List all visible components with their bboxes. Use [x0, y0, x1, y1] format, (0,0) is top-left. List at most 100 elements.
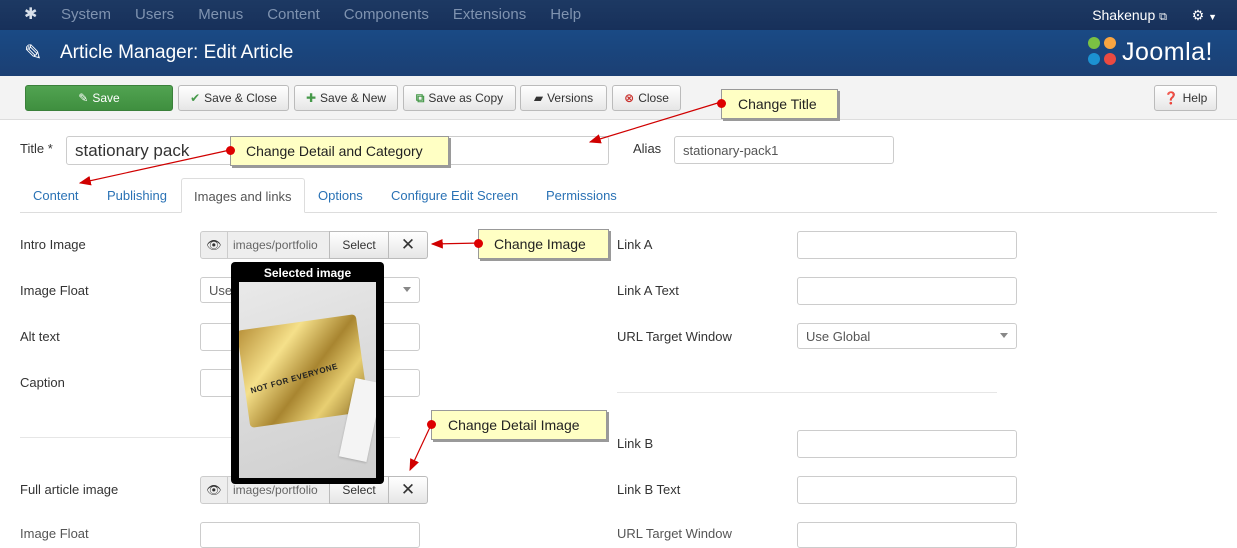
eye-icon[interactable]: 👁 [200, 231, 228, 259]
change-detail-image-arrow [409, 424, 432, 472]
check-icon: ✔ [190, 91, 201, 105]
save-copy-button[interactable]: ⧉ Save as Copy [403, 85, 516, 111]
archive-icon: ▰ [533, 91, 544, 105]
alt-text-label: Alt text [20, 329, 60, 344]
alias-label: Alias [633, 141, 662, 156]
url-target-value: Use Global [806, 328, 871, 344]
callout-dot [427, 420, 436, 429]
callout-change-detail-category: Change Detail and Category [226, 136, 449, 166]
intro-image-field: 👁 images/portfolio Select ✕ [200, 231, 428, 259]
user-settings-menu[interactable]: ⚙ ▼ [1192, 0, 1217, 32]
link-a-input[interactable] [797, 231, 1017, 259]
callout-change-image-text: Change Image [494, 236, 586, 252]
joomla-logo: Joomla! [1087, 37, 1213, 67]
page-header: ✎ Article Manager: Edit Article Joomla! [0, 30, 1237, 76]
alias-input[interactable]: stationary-pack1 [674, 136, 894, 164]
intro-image-clear-button[interactable]: ✕ [389, 231, 428, 259]
callout-change-detail-image: Change Detail Image [427, 410, 607, 440]
link-b-text-label: Link B Text [617, 482, 681, 497]
close-label: Close [638, 91, 669, 105]
menu-help[interactable]: Help [550, 0, 581, 30]
toolbar: ✎ Save ✔ Save & Close ✚ Save & New ⧉ Sav… [0, 76, 1237, 120]
link-a-text-input[interactable] [797, 277, 1017, 305]
site-link[interactable]: Shakenup ⧉ [1092, 0, 1167, 32]
caption-label: Caption [20, 375, 65, 390]
save-close-button[interactable]: ✔ Save & Close [178, 85, 289, 111]
versions-button[interactable]: ▰ Versions [520, 85, 607, 111]
popover-title: Selected image [263, 266, 352, 280]
save-copy-label: Save as Copy [428, 91, 504, 105]
menu-menus[interactable]: Menus [198, 0, 243, 30]
chevron-down-icon: ▼ [1208, 12, 1217, 22]
full-image-clear-button[interactable]: ✕ [389, 476, 428, 504]
selected-image-popover: Selected image NOT FOR EVERYONE [231, 262, 384, 484]
image-float-label: Image Float [20, 283, 89, 298]
url-target-select[interactable]: Use Global [797, 323, 1017, 349]
image-float-value: Use [209, 282, 233, 298]
menu-extensions[interactable]: Extensions [453, 0, 526, 30]
full-image-label: Full article image [20, 482, 119, 497]
help-button[interactable]: ❓ Help [1154, 85, 1217, 111]
image-float-label-2: Image Float [20, 526, 89, 541]
tab-publishing[interactable]: Publishing [95, 178, 179, 213]
save-label: Save [92, 91, 120, 105]
help-icon: ❓ [1163, 91, 1179, 105]
chevron-down-icon [1000, 333, 1008, 338]
link-a-label: Link A [617, 237, 653, 252]
tab-configure-edit-screen[interactable]: Configure Edit Screen [379, 178, 530, 213]
gear-icon: ⚙ [1191, 7, 1205, 23]
tab-content[interactable]: Content [21, 178, 91, 213]
link-b-input[interactable] [797, 430, 1017, 458]
url-target-label: URL Target Window [617, 329, 732, 344]
joomla-wordmark: Joomla! [1121, 37, 1213, 66]
save-new-button[interactable]: ✚ Save & New [294, 85, 398, 111]
tab-images-and-links[interactable]: Images and links [181, 178, 305, 213]
cancel-icon: ⊗ [624, 91, 635, 105]
callout-change-title-text: Change Title [738, 96, 817, 112]
joomla-logo-icon[interactable]: ✱ [24, 6, 42, 24]
url-target-label-2: URL Target Window [617, 526, 732, 541]
callout-change-image: Change Image [474, 229, 609, 259]
save-new-label: Save & New [320, 91, 387, 105]
tab-permissions[interactable]: Permissions [534, 178, 629, 213]
callout-dot [474, 239, 483, 248]
tab-options[interactable]: Options [306, 178, 375, 213]
page-title: Article Manager: Edit Article [60, 42, 294, 63]
menu-users[interactable]: Users [135, 0, 174, 30]
plus-icon: ✚ [305, 91, 317, 105]
external-link-icon: ⧉ [1159, 11, 1167, 23]
section-divider [617, 392, 997, 393]
save-button[interactable]: ✎ Save [25, 85, 173, 111]
joomla-mark-icon [1087, 37, 1118, 67]
link-b-text-input[interactable] [797, 476, 1017, 504]
pencil-icon: ✎ [24, 40, 43, 65]
callout-change-title: Change Title [717, 89, 838, 119]
help-label: Help [1182, 91, 1208, 105]
menu-system[interactable]: System [61, 0, 111, 30]
chevron-down-icon [403, 287, 411, 292]
url-target-select-2[interactable] [797, 522, 1017, 548]
admin-top-menu: ✱ System Users Menus Content Components … [0, 0, 1237, 30]
menu-components[interactable]: Components [344, 0, 429, 30]
full-image-float-select[interactable] [200, 522, 420, 548]
edit-icon: ✎ [78, 91, 89, 105]
link-b-label: Link B [617, 436, 654, 451]
preview-image: NOT FOR EVERYONE [239, 282, 376, 478]
callout-dot [226, 146, 235, 155]
close-button[interactable]: ⊗ Close [612, 85, 681, 111]
menu-content[interactable]: Content [267, 0, 320, 30]
main-menu: System Users Menus Content Components Ex… [61, 0, 605, 30]
intro-image-label: Intro Image [20, 237, 86, 252]
site-name: Shakenup [1092, 7, 1156, 23]
edit-tabs: Content Publishing Images and links Opti… [20, 178, 1217, 213]
save-close-label: Save & Close [204, 91, 277, 105]
callout-change-detail-image-text: Change Detail Image [448, 417, 580, 433]
eye-icon[interactable]: 👁 [200, 476, 228, 504]
versions-label: Versions [547, 91, 594, 105]
intro-image-select-button[interactable]: Select [329, 231, 389, 259]
title-label: Title * [20, 141, 53, 156]
link-a-text-label: Link A Text [617, 283, 679, 298]
title-value: stationary pack [75, 140, 190, 160]
callout-dot [717, 99, 726, 108]
copy-icon: ⧉ [415, 90, 425, 105]
